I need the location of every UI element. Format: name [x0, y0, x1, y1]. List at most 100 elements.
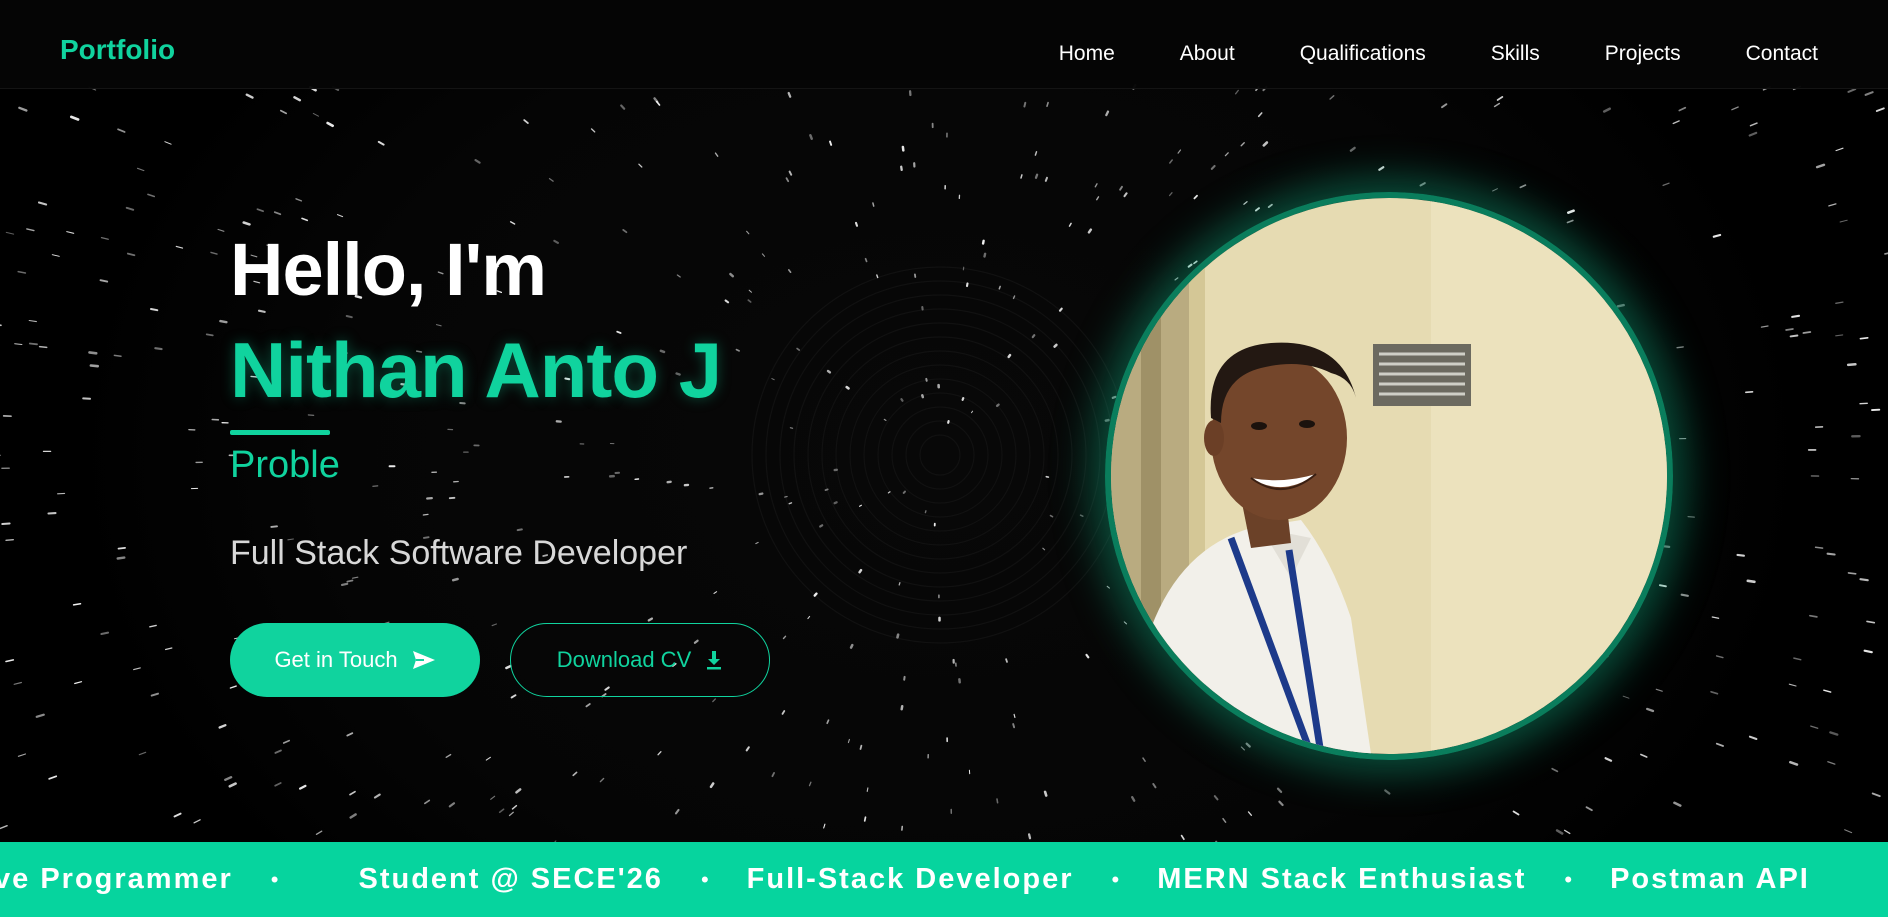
download-cv-button[interactable]: Download CV	[510, 623, 770, 697]
star	[1378, 166, 1385, 171]
star	[1749, 122, 1758, 127]
star	[1746, 579, 1756, 584]
star	[66, 231, 75, 234]
star	[1278, 800, 1284, 807]
star	[1802, 331, 1812, 334]
star	[1152, 783, 1157, 789]
star	[1247, 811, 1253, 816]
star	[346, 732, 354, 737]
star	[788, 502, 793, 505]
star	[998, 285, 1001, 290]
star	[787, 91, 792, 98]
star	[1809, 614, 1818, 618]
star	[847, 738, 850, 744]
nav-contact[interactable]: Contact	[1746, 38, 1818, 70]
star	[1847, 572, 1857, 575]
vortex-ring	[821, 336, 1059, 574]
vortex-ring	[919, 434, 961, 476]
star	[1210, 164, 1216, 170]
star	[1130, 796, 1136, 802]
star	[1119, 185, 1123, 191]
nav-home[interactable]: Home	[1059, 38, 1115, 70]
star	[1748, 131, 1758, 137]
star	[1043, 790, 1048, 797]
star	[28, 319, 37, 323]
star	[1042, 547, 1046, 551]
star	[876, 274, 879, 279]
star	[548, 177, 554, 182]
star	[1823, 689, 1832, 693]
star	[1835, 147, 1844, 152]
vortex-ring	[863, 378, 1017, 532]
star	[1222, 817, 1227, 823]
star	[1602, 107, 1611, 113]
get-in-touch-button[interactable]: Get in Touch	[230, 623, 480, 697]
star	[1492, 188, 1498, 192]
star	[921, 394, 925, 399]
nav-about[interactable]: About	[1180, 38, 1235, 70]
star	[1875, 107, 1885, 112]
star	[13, 681, 22, 685]
star	[1058, 307, 1063, 312]
star	[829, 140, 833, 146]
star	[1731, 106, 1739, 111]
profile-photo-illustration	[1111, 198, 1667, 754]
star	[1745, 390, 1754, 394]
star	[709, 782, 715, 789]
star	[714, 152, 719, 157]
star	[620, 104, 626, 110]
star	[88, 351, 98, 355]
star	[17, 753, 27, 757]
star	[138, 751, 147, 756]
star	[1085, 653, 1090, 659]
star	[883, 418, 887, 421]
star	[900, 704, 904, 711]
star	[1673, 801, 1682, 807]
star	[1224, 152, 1229, 157]
star	[1142, 757, 1146, 762]
star	[508, 811, 514, 817]
star	[1810, 725, 1819, 729]
nav-links: Home About Qualifications Skills Project…	[994, 38, 1818, 70]
star	[5, 539, 14, 541]
star	[1049, 514, 1054, 518]
star	[712, 698, 716, 703]
nav-skills[interactable]: Skills	[1491, 38, 1540, 70]
star	[1835, 301, 1844, 304]
star	[133, 667, 141, 671]
star	[224, 776, 233, 781]
typed-text: Proble	[230, 444, 340, 486]
star	[127, 252, 136, 257]
star	[657, 751, 662, 756]
star	[70, 115, 80, 121]
star	[113, 354, 122, 357]
star	[0, 324, 2, 327]
vortex-ring	[779, 294, 1101, 616]
nav-projects[interactable]: Projects	[1605, 38, 1681, 70]
star	[826, 369, 832, 374]
star	[824, 488, 829, 492]
star	[995, 403, 1000, 408]
ticker-item: MERN Stack Enthusiast	[1157, 863, 1527, 895]
star	[448, 802, 456, 808]
star	[1168, 192, 1173, 197]
vortex-ring	[765, 280, 1115, 630]
star	[219, 319, 228, 324]
star	[490, 795, 496, 800]
star	[274, 749, 282, 754]
star	[377, 140, 385, 146]
star	[373, 793, 381, 799]
star	[1863, 649, 1873, 654]
ticker-item: Full-Stack Developer	[746, 863, 1074, 895]
vortex-ring	[877, 392, 1003, 518]
brand-logo[interactable]: Portfolio	[60, 33, 175, 67]
star	[210, 251, 218, 255]
nav-qualifications[interactable]: Qualifications	[1300, 38, 1426, 70]
star	[1384, 789, 1391, 795]
star	[279, 109, 288, 115]
star	[1034, 173, 1039, 179]
hero-role: Full Stack Software Developer	[230, 534, 688, 572]
star	[572, 771, 578, 777]
star	[1866, 620, 1876, 624]
star	[981, 239, 985, 245]
